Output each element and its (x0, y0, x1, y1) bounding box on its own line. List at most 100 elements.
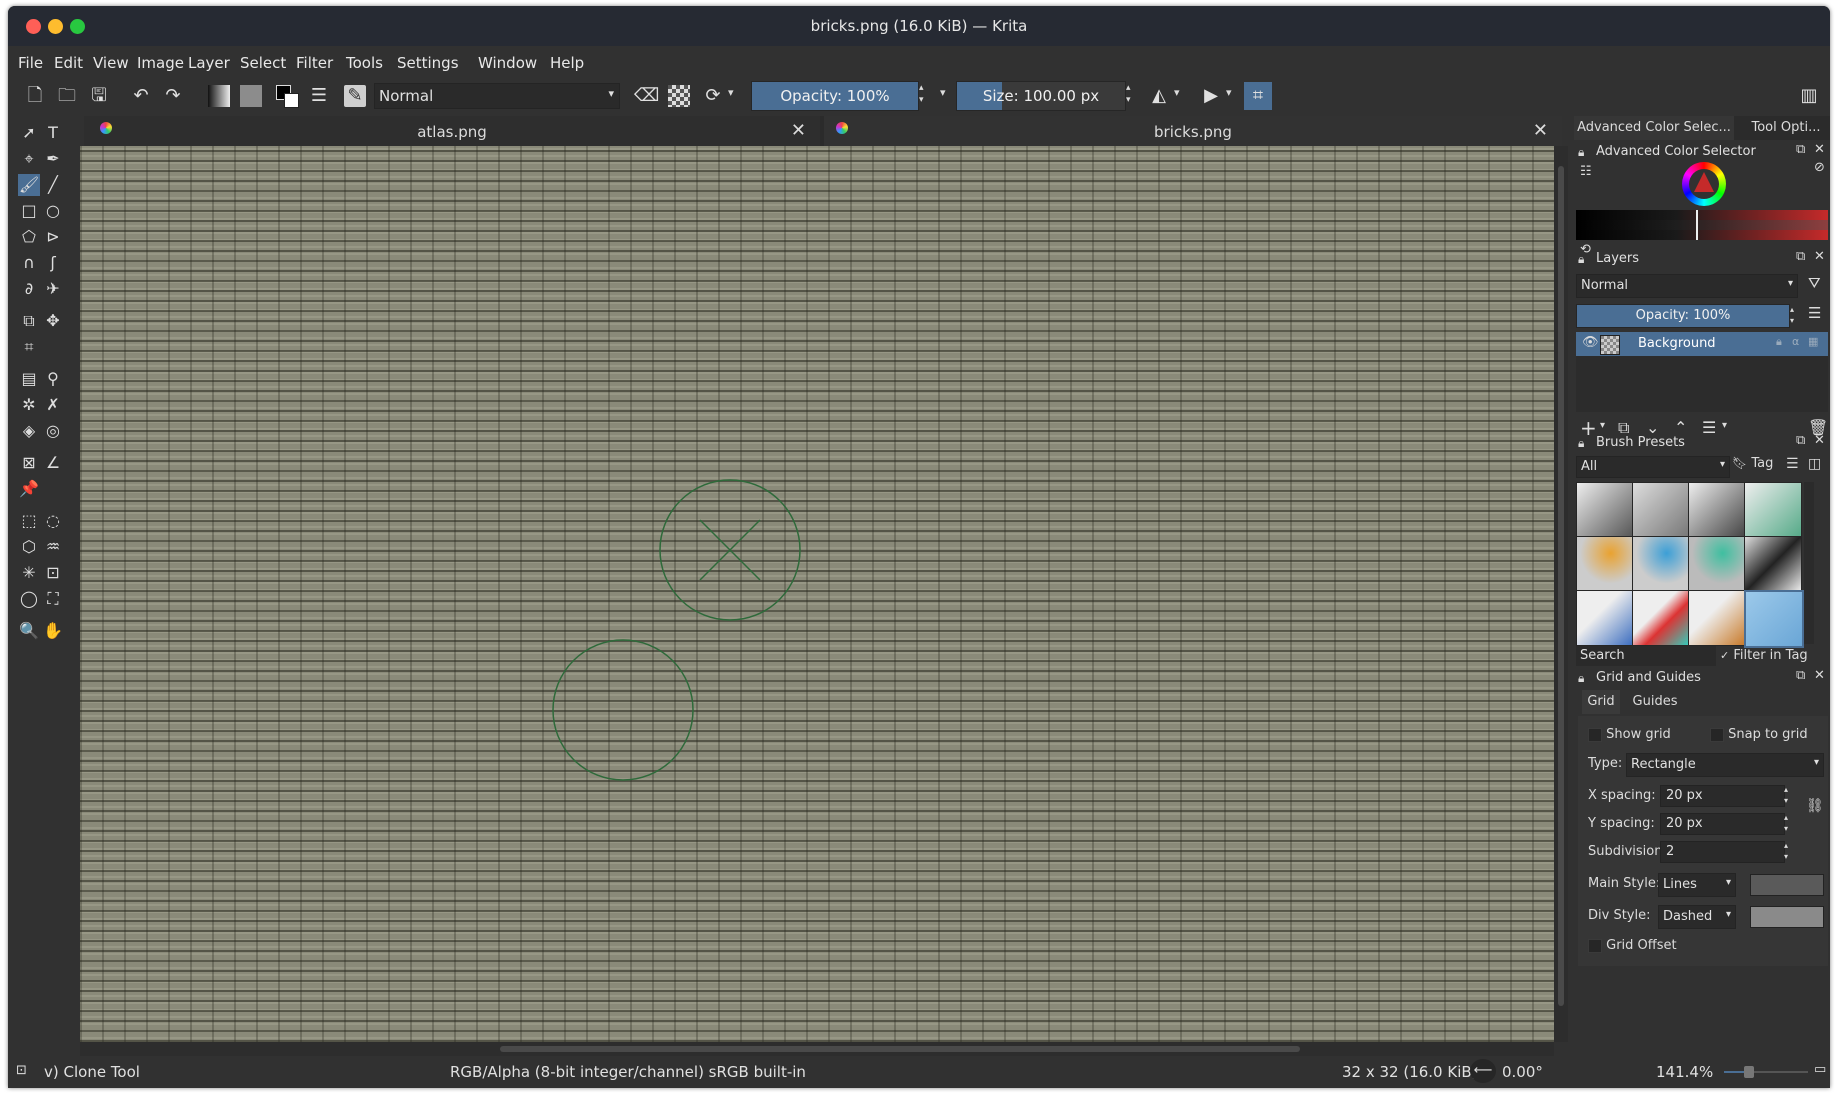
measure-tool-icon[interactable]: ∠ (42, 452, 64, 474)
save-icon[interactable]: 🖫 (88, 85, 110, 107)
main-style-select[interactable]: Lines ▾ (1658, 873, 1736, 897)
main-color-swatch[interactable] (1750, 874, 1824, 896)
freehand-brush-icon[interactable]: 🖌 (18, 174, 40, 196)
crop-tool-icon[interactable]: ⌗ (18, 336, 40, 358)
brush-preset-tile-selected[interactable] (1744, 590, 1804, 648)
settings-list-icon[interactable]: ☷ (1580, 164, 1592, 179)
x-spacing-spin-arrows[interactable]: ▴ ▾ (1784, 784, 1788, 806)
size-spin-arrows[interactable]: ▴ ▾ (1126, 82, 1131, 106)
brush-preset-tile[interactable] (1688, 590, 1746, 646)
tag-button[interactable]: 🔖︎ Tag (1732, 456, 1782, 476)
ellipse-select-icon[interactable]: ◌ (42, 510, 64, 532)
layer-row[interactable]: 👁︎ Background 🔒︎ α ▦ (1576, 332, 1828, 356)
show-grid-checkbox[interactable]: Show grid (1588, 727, 1671, 742)
x-spacing-input[interactable]: 20 px (1660, 785, 1785, 807)
brush-settings-icon[interactable]: ☰ (308, 85, 330, 107)
bezier-tool-icon[interactable]: ∩ (18, 252, 40, 274)
scrollbar-thumb[interactable] (500, 1046, 1300, 1052)
tab-tool-options[interactable]: Tool Opti... (1742, 116, 1830, 140)
layer-opacity-spin-arrows[interactable]: ▴ ▾ (1790, 304, 1794, 326)
blend-mode-select[interactable]: Normal ▾ (374, 83, 620, 109)
mirror-vertical-icon[interactable]: ▶ (1200, 85, 1222, 107)
lock-icon[interactable]: 🔒︎ (1578, 671, 1584, 686)
enclose-fill-icon[interactable]: ◎ (42, 420, 64, 442)
magnetic-select-icon[interactable]: ⛶ (42, 588, 64, 610)
y-spacing-spin-arrows[interactable]: ▴ ▾ (1784, 812, 1788, 834)
workspace-icon[interactable]: ▥ (1798, 85, 1820, 107)
preserve-alpha-icon[interactable] (668, 85, 690, 107)
lock-icon[interactable]: 🔒︎ (1578, 145, 1584, 160)
float-icon[interactable]: ⧉ (1796, 433, 1805, 448)
menu-file[interactable]: File (18, 54, 43, 72)
color-shade-strip[interactable] (1576, 210, 1828, 240)
close-icon[interactable]: ✕ (1814, 249, 1825, 264)
gradient-swatch-icon[interactable] (208, 85, 230, 107)
status-color-space[interactable]: RGB/Alpha (8-bit integer/channel) sRGB b… (450, 1063, 806, 1081)
contiguous-select-icon[interactable]: ✳ (18, 562, 40, 584)
menu-tools[interactable]: Tools (346, 54, 383, 72)
gradient-tool-icon[interactable]: ▤ (18, 368, 40, 390)
select-shapes-icon[interactable]: ➚ (18, 122, 40, 144)
close-icon[interactable]: ✕ (1814, 142, 1825, 157)
chevron-down-icon[interactable]: ▾ (1174, 86, 1180, 99)
screen-icon[interactable]: ▭ (1814, 1062, 1826, 1077)
hue-ring[interactable] (1682, 162, 1726, 206)
filter-icon[interactable]: ⛛ (1808, 274, 1821, 292)
reference-images-icon[interactable]: 📌 (18, 478, 40, 500)
size-slider[interactable]: Size: 100.00 px (956, 81, 1126, 111)
menu-layer[interactable]: Layer (188, 54, 230, 72)
no-color-icon[interactable]: ⊘ (1814, 160, 1825, 175)
menu-select[interactable]: Select (240, 54, 286, 72)
eye-icon[interactable]: 👁︎ (1582, 335, 1599, 350)
tab-advanced-color-selector[interactable]: Advanced Color Selec... (1574, 116, 1734, 140)
brush-preset-icon[interactable]: ✎ (344, 85, 366, 107)
freehand-select-icon[interactable]: ♒ (42, 536, 64, 558)
canvas[interactable] (80, 146, 1554, 1042)
redo-icon[interactable]: ↷ (162, 85, 184, 107)
edit-shapes-icon[interactable]: ⌖ (18, 148, 40, 170)
menu-help[interactable]: Help (550, 54, 584, 72)
colorize-mask-icon[interactable]: ✲ (18, 394, 40, 416)
bezier-select-icon[interactable]: ◯ (18, 588, 40, 610)
close-icon[interactable]: ✕ (1814, 668, 1825, 683)
horizontal-scrollbar[interactable] (80, 1042, 1554, 1056)
eraser-icon[interactable]: ⌫ (634, 85, 659, 107)
rectangle-tool-icon[interactable]: □ (18, 200, 40, 222)
new-document-icon[interactable]: 🗋 (24, 85, 46, 107)
zoom-tool-icon[interactable]: 🔍 (18, 620, 40, 642)
chevron-down-icon[interactable]: ▾ (728, 86, 734, 99)
checker-icon[interactable]: ▦ (1808, 335, 1818, 348)
ellipse-tool-icon[interactable]: ○ (42, 200, 64, 222)
fill-tool-icon[interactable]: ◈ (18, 420, 40, 442)
transform-tool-icon[interactable]: ⧉ (18, 310, 40, 332)
brush-preset-tile[interactable] (1688, 536, 1746, 592)
div-color-swatch[interactable] (1750, 906, 1824, 928)
smart-patch-icon[interactable]: ✗ (42, 394, 64, 416)
brush-preset-tile[interactable] (1632, 482, 1690, 538)
chevron-down-icon[interactable]: ▾ (1600, 420, 1605, 431)
menu-icon[interactable]: ☰ (1786, 456, 1799, 472)
menu-settings[interactable]: Settings (397, 54, 459, 72)
lock-icon[interactable]: 🔒︎ (1578, 252, 1584, 267)
brush-preset-tile[interactable] (1632, 536, 1690, 592)
brush-preset-tile[interactable] (1576, 590, 1634, 646)
wrap-around-icon[interactable]: ⌗ (1244, 82, 1272, 110)
layer-properties-icon[interactable]: ☰ (1702, 418, 1716, 437)
opacity-spin-arrows[interactable]: ▴ ▾ (919, 82, 924, 106)
polygon-tool-icon[interactable]: ⬠ (18, 226, 40, 248)
scrollbar-thumb[interactable] (1558, 166, 1564, 1006)
brush-preset-tile[interactable] (1744, 482, 1802, 538)
menu-edit[interactable]: Edit (54, 54, 83, 72)
subdivision-input[interactable]: 2 (1660, 841, 1785, 863)
pan-tool-icon[interactable]: ✋ (42, 620, 64, 642)
brush-preset-tile[interactable] (1632, 590, 1690, 646)
layer-blend-mode-select[interactable]: Normal ▾ (1576, 274, 1798, 298)
polygon-select-icon[interactable]: ⬡ (18, 536, 40, 558)
opacity-slider[interactable]: Opacity: 100% (751, 81, 919, 111)
float-icon[interactable]: ⧉ (1796, 142, 1805, 157)
lock-icon[interactable]: 🔒︎ (1578, 436, 1584, 451)
chevron-down-icon[interactable]: ▾ (1722, 420, 1727, 431)
close-icon[interactable]: ✕ (1533, 120, 1548, 141)
menu-view[interactable]: View (93, 54, 129, 72)
zoom-slider[interactable] (1724, 1066, 1808, 1078)
